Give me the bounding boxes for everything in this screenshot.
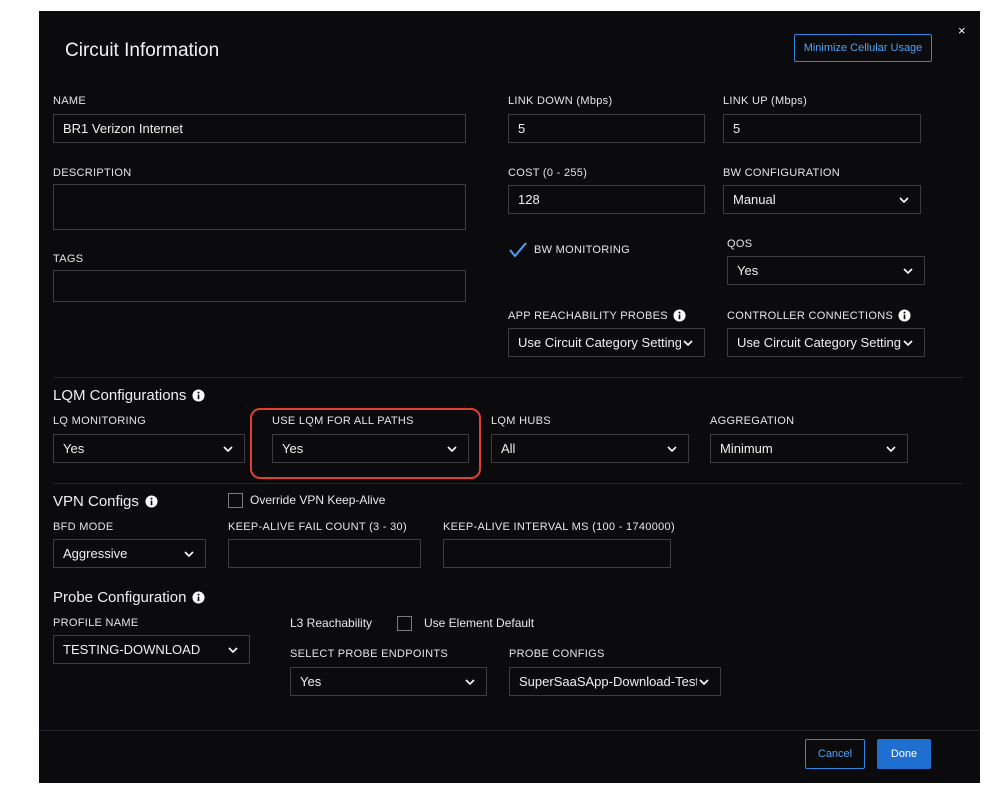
app-reachability-probes-value: Use Circuit Category Setting xyxy=(518,335,681,350)
chevron-down-icon xyxy=(228,646,238,653)
description-label: DESCRIPTION xyxy=(53,167,132,179)
cancel-button[interactable]: Cancel xyxy=(805,739,865,769)
override-keepalive-label: Override VPN Keep-Alive xyxy=(250,493,386,507)
done-button[interactable]: Done xyxy=(877,739,931,769)
select-probe-endpoints-label: SELECT PROBE ENDPOINTS xyxy=(290,648,448,660)
chevron-down-icon xyxy=(667,445,677,452)
qos-label: QOS xyxy=(727,238,753,250)
use-element-default-label: Use Element Default xyxy=(424,616,535,630)
chevron-down-icon xyxy=(699,678,709,685)
chevron-down-icon xyxy=(184,550,194,557)
probe-section-title-text: Probe Configuration xyxy=(53,589,187,606)
lq-monitoring-select[interactable]: Yes xyxy=(53,434,245,463)
override-keepalive-checkbox[interactable] xyxy=(228,493,243,508)
chevron-down-icon xyxy=(899,196,909,203)
info-icon[interactable] xyxy=(145,495,158,508)
keepalive-interval-input[interactable] xyxy=(443,539,671,568)
description-input[interactable] xyxy=(53,184,466,230)
chevron-down-icon xyxy=(903,339,913,346)
qos-value: Yes xyxy=(737,263,759,278)
close-icon[interactable]: × xyxy=(958,23,966,38)
use-lqm-for-all-paths-value: Yes xyxy=(282,441,304,456)
vpn-section-title: VPN Configs xyxy=(53,493,158,510)
qos-select[interactable]: Yes xyxy=(727,256,925,285)
name-input[interactable] xyxy=(53,114,466,143)
lqm-hubs-select[interactable]: All xyxy=(491,434,689,463)
circuit-info-dialog: Circuit Information Minimize Cellular Us… xyxy=(39,11,980,783)
lqm-section-title-text: LQM Configurations xyxy=(53,387,187,404)
cost-label: COST (0 - 255) xyxy=(508,167,588,179)
name-label: NAME xyxy=(53,95,86,107)
profile-name-select[interactable]: TESTING-DOWNLOAD xyxy=(53,635,250,664)
chevron-down-icon xyxy=(683,339,693,346)
bfd-mode-label: BFD MODE xyxy=(53,521,114,533)
controller-connections-header: CONTROLLER CONNECTIONS xyxy=(727,309,911,322)
bw-monitoring-checkmark-icon[interactable] xyxy=(508,240,528,260)
chevron-down-icon xyxy=(886,445,896,452)
probe-section-title: Probe Configuration xyxy=(53,589,205,606)
info-icon[interactable] xyxy=(192,389,205,402)
lq-monitoring-label: LQ MONITORING xyxy=(53,415,146,427)
vpn-section-title-text: VPN Configs xyxy=(53,493,139,510)
select-probe-endpoints-select[interactable]: Yes xyxy=(290,667,487,696)
probe-configs-label: PROBE CONFIGS xyxy=(509,648,605,660)
lq-monitoring-value: Yes xyxy=(63,441,85,456)
use-lqm-for-all-paths-label: USE LQM FOR ALL PATHS xyxy=(272,415,414,427)
lqm-hubs-value: All xyxy=(501,441,516,456)
l3-reachability-label: L3 Reachability xyxy=(290,616,373,630)
use-element-default-checkbox[interactable] xyxy=(397,616,412,631)
tags-label: TAGS xyxy=(53,253,84,265)
info-icon[interactable] xyxy=(673,309,686,322)
profile-name-value: TESTING-DOWNLOAD xyxy=(63,642,201,657)
link-up-input[interactable] xyxy=(723,114,921,143)
bw-configuration-label: BW CONFIGURATION xyxy=(723,167,841,179)
link-down-input[interactable] xyxy=(508,114,705,143)
divider xyxy=(53,483,962,484)
controller-connections-select[interactable]: Use Circuit Category Setting xyxy=(727,328,925,357)
aggregation-select[interactable]: Minimum xyxy=(710,434,908,463)
app-reachability-probes-header: APP REACHABILITY PROBES xyxy=(508,309,686,322)
info-icon[interactable] xyxy=(898,309,911,322)
bw-configuration-select[interactable]: Manual xyxy=(723,185,921,214)
app-reachability-probes-label: APP REACHABILITY PROBES xyxy=(508,309,668,322)
dialog-title: Circuit Information xyxy=(65,40,220,61)
keepalive-fail-count-input[interactable] xyxy=(228,539,421,568)
bw-monitoring-label: BW MONITORING xyxy=(534,244,630,256)
chevron-down-icon xyxy=(465,678,475,685)
tags-input[interactable] xyxy=(53,270,466,302)
cost-input[interactable] xyxy=(508,185,705,214)
app-reachability-probes-select[interactable]: Use Circuit Category Setting xyxy=(508,328,705,357)
chevron-down-icon xyxy=(903,267,913,274)
lqm-section-title: LQM Configurations xyxy=(53,387,205,404)
profile-name-label: PROFILE NAME xyxy=(53,617,139,629)
minimize-cellular-usage-button[interactable]: Minimize Cellular Usage xyxy=(794,34,932,62)
probe-configs-value: SuperSaaSApp-Download-Test xyxy=(519,674,697,689)
link-down-label: LINK DOWN (Mbps) xyxy=(508,95,613,107)
controller-connections-value: Use Circuit Category Setting xyxy=(737,335,901,350)
bfd-mode-select[interactable]: Aggressive xyxy=(53,539,206,568)
chevron-down-icon xyxy=(447,445,457,452)
use-lqm-for-all-paths-select[interactable]: Yes xyxy=(272,434,469,463)
controller-connections-label: CONTROLLER CONNECTIONS xyxy=(727,309,894,322)
probe-configs-select[interactable]: SuperSaaSApp-Download-Test xyxy=(509,667,721,696)
keepalive-interval-label: KEEP-ALIVE INTERVAL MS (100 - 1740000) xyxy=(443,521,675,533)
link-up-label: LINK UP (Mbps) xyxy=(723,95,808,107)
footer-divider xyxy=(39,730,980,731)
info-icon[interactable] xyxy=(192,591,205,604)
keepalive-fail-count-label: KEEP-ALIVE FAIL COUNT (3 - 30) xyxy=(228,521,407,533)
bfd-mode-value: Aggressive xyxy=(63,546,128,561)
select-probe-endpoints-value: Yes xyxy=(300,674,322,689)
chevron-down-icon xyxy=(223,445,233,452)
bw-configuration-value: Manual xyxy=(733,192,776,207)
aggregation-value: Minimum xyxy=(720,441,773,456)
aggregation-label: AGGREGATION xyxy=(710,415,795,427)
divider xyxy=(53,377,962,378)
lqm-hubs-label: LQM HUBS xyxy=(491,415,551,427)
